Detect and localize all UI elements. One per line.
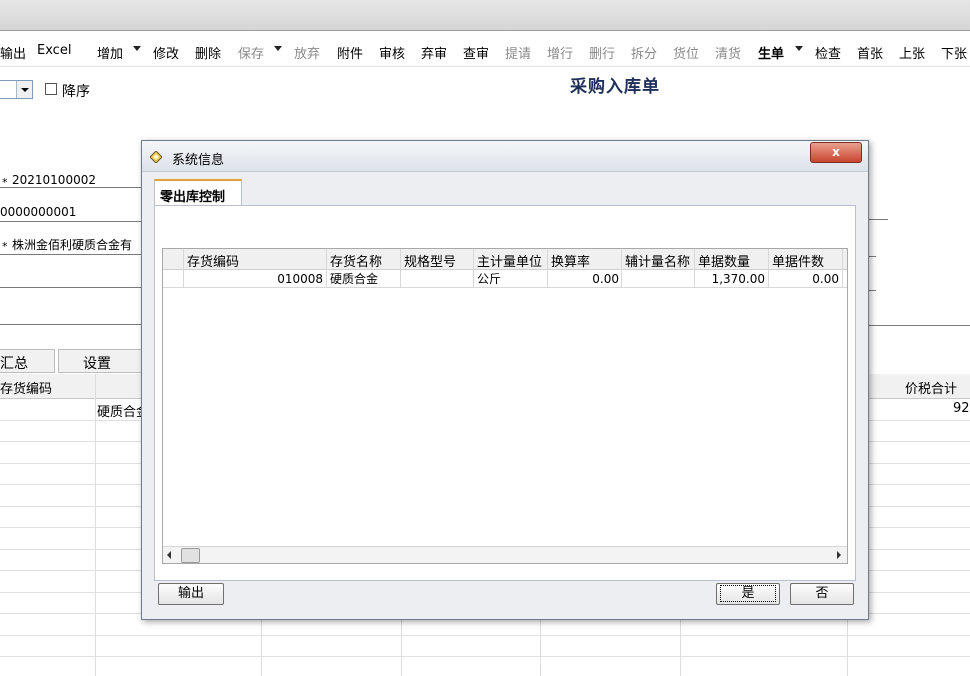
grid-column-divider <box>400 249 401 287</box>
supplier-field[interactable]: 株洲金佰利硬质合金有 <box>12 236 132 253</box>
toolbar-split-button[interactable]: 拆分 <box>631 43 657 62</box>
toolbar: 输出 Excel 增加 修改 删除 保存 放弃 附件 审核 弃审 查审 提请 增… <box>0 34 970 67</box>
info-diamond-icon <box>150 151 162 163</box>
output-button-label: 输出 <box>177 586 204 601</box>
descending-checkbox[interactable] <box>45 83 57 95</box>
yes-button[interactable]: 是 <box>716 583 780 605</box>
toolbar-next-button[interactable]: 下张 <box>941 43 967 62</box>
column-header-main-unit[interactable]: 主计量单位 <box>477 251 542 270</box>
cell-main-unit[interactable]: 公斤 <box>477 270 501 288</box>
system-info-dialog: 系统信息 x 零出库控制 存货编码 存货名称 规格型号 主计量单位 换算率 辅计… <box>141 140 869 620</box>
toolbar-generate-button[interactable]: 生单 <box>758 43 784 62</box>
field-underline <box>0 221 142 222</box>
toolbar-location-button[interactable]: 货位 <box>673 43 699 62</box>
cell-inventory-name[interactable]: 硬质合金 <box>330 270 378 288</box>
field-underline <box>868 325 970 326</box>
code-field[interactable]: 0000000001 <box>0 205 76 219</box>
grid-column-divider <box>768 249 769 287</box>
toolbar-add-button[interactable]: 增加 <box>97 43 123 62</box>
column-header-inventory-name[interactable]: 存货名称 <box>330 251 382 270</box>
field-underline <box>0 254 142 255</box>
cell-conversion-rate[interactable]: 0.00 <box>549 270 619 288</box>
toolbar-delete-row-button[interactable]: 删行 <box>589 43 615 62</box>
inventory-grid: 存货编码 存货名称 规格型号 主计量单位 换算率 辅计量名称 单据数量 单据件数… <box>162 248 848 564</box>
toolbar-output-button[interactable]: 输出 <box>0 43 26 62</box>
grid-column-divider <box>842 249 843 287</box>
yes-button-label: 是 <box>720 585 776 602</box>
field-underline <box>0 187 142 188</box>
column-header-doc-qty[interactable]: 单据数量 <box>698 251 750 270</box>
tab-summary[interactable]: 汇总 <box>0 349 55 373</box>
generate-dropdown-icon[interactable] <box>795 46 803 51</box>
toolbar-attachment-button[interactable]: 附件 <box>337 43 363 62</box>
no-button-label: 否 <box>815 586 829 601</box>
grid-row-line <box>0 656 970 657</box>
tab-zero-outbound-control-label: 零出库控制 <box>160 190 226 205</box>
toolbar-excel-button[interactable]: Excel <box>37 43 71 58</box>
toolbar-delete-button[interactable]: 删除 <box>195 43 221 62</box>
column-header-conversion-rate[interactable]: 换算率 <box>551 251 590 270</box>
output-button[interactable]: 输出 <box>158 583 224 605</box>
grid-row-line <box>163 287 847 288</box>
cell-inventory-code[interactable]: 010008 <box>185 270 323 288</box>
grid-column-divider <box>473 249 474 287</box>
window-top-band <box>0 0 970 31</box>
grid-row-line <box>0 635 970 636</box>
column-header-inventory-code[interactable]: 存货编码 <box>187 251 239 270</box>
tab-zero-outbound-control[interactable]: 零出库控制 <box>154 179 242 208</box>
dialog-title: 系统信息 <box>172 153 225 168</box>
column-header-spec[interactable]: 规格型号 <box>404 251 456 270</box>
chevron-down-icon[interactable] <box>16 81 32 98</box>
sort-select[interactable] <box>0 80 33 99</box>
cell-doc-qty[interactable]: 1,370.00 <box>696 270 765 288</box>
add-dropdown-icon[interactable] <box>133 46 141 51</box>
tab-summary-label: 汇总 <box>0 356 28 372</box>
column-header-total[interactable]: 价税合计 <box>905 378 957 397</box>
toolbar-approve-button[interactable]: 审核 <box>379 43 405 62</box>
grid-column-divider <box>183 249 184 287</box>
scroll-left-icon[interactable] <box>167 551 171 559</box>
toolbar-discard-button[interactable]: 放弃 <box>294 43 320 62</box>
descending-label: 降序 <box>62 84 90 100</box>
field-underline <box>868 256 876 257</box>
grid-column-divider <box>326 249 327 287</box>
toolbar-inspect-button[interactable]: 检查 <box>815 43 841 62</box>
dialog-titlebar[interactable]: 系统信息 x <box>142 141 868 172</box>
column-header-doc-pieces[interactable]: 单据件数 <box>772 251 824 270</box>
toolbar-check-approve-button[interactable]: 查审 <box>463 43 489 62</box>
toolbar-modify-button[interactable]: 修改 <box>153 43 179 62</box>
toolbar-submit-button[interactable]: 提请 <box>505 43 531 62</box>
close-button[interactable]: x <box>810 142 862 163</box>
toolbar-add-row-button[interactable]: 增行 <box>547 43 573 62</box>
no-button[interactable]: 否 <box>790 583 854 605</box>
grid-column-divider <box>694 249 695 287</box>
toolbar-save-button[interactable]: 保存 <box>238 43 264 62</box>
field-underline <box>868 219 888 220</box>
required-mark: * <box>2 240 8 253</box>
close-icon: x <box>832 145 840 159</box>
tab-settings[interactable]: 设置 <box>58 349 144 373</box>
doc-number-field[interactable]: 20210100002 <box>12 173 96 187</box>
toolbar-first-button[interactable]: 首张 <box>857 43 883 62</box>
grid-column-divider <box>621 249 622 287</box>
grid-cell-total[interactable]: 92, <box>953 401 970 416</box>
column-header-aux-unit[interactable]: 辅计量名称 <box>625 251 690 270</box>
scroll-right-icon[interactable] <box>837 551 841 559</box>
toolbar-prev-button[interactable]: 上张 <box>899 43 925 62</box>
scrollbar-thumb[interactable] <box>181 548 200 563</box>
field-underline <box>0 287 142 288</box>
inventory-grid-header: 存货编码 存货名称 规格型号 主计量单位 换算率 辅计量名称 单据数量 单据件数 <box>163 249 847 270</box>
column-header-code[interactable]: 存货编码 <box>0 378 52 397</box>
toolbar-unapprove-button[interactable]: 弃审 <box>421 43 447 62</box>
cell-doc-pieces[interactable]: 0.00 <box>770 270 839 288</box>
horizontal-scrollbar[interactable] <box>163 546 847 563</box>
save-dropdown-icon[interactable] <box>274 46 282 51</box>
tab-settings-label: 设置 <box>83 356 111 372</box>
field-underline <box>868 290 876 291</box>
toolbar-clear-button[interactable]: 清货 <box>715 43 741 62</box>
grid-column-divider <box>547 249 548 287</box>
field-underline <box>0 324 142 325</box>
page-title: 采购入库单 <box>570 77 660 97</box>
